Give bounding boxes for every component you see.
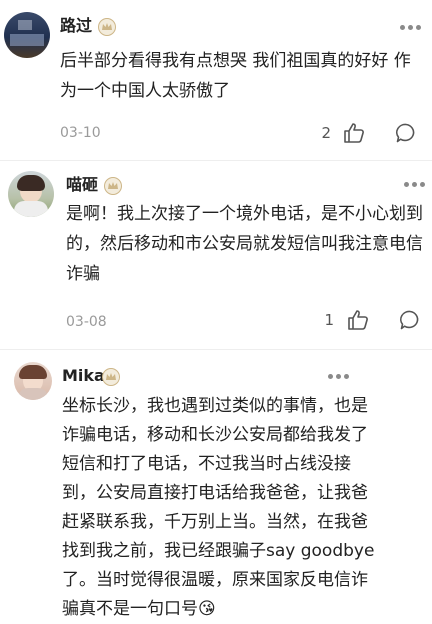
more-dots-icon[interactable] [328, 374, 350, 380]
more-dots-icon[interactable] [400, 25, 422, 31]
comment-item: 路过 后半部分看得我有点想哭 我们祖国真的好好 作 为一个中国人太骄傲了 03-… [0, 0, 432, 160]
crown-badge-icon [104, 177, 122, 195]
avatar[interactable] [8, 171, 54, 217]
comment-text: 坐标长沙，我也遇到过类似的事情，也是 诈骗电话，移动和长沙公安局都给我发了 短信… [62, 396, 375, 619]
avatar[interactable] [4, 12, 50, 58]
comment-item: Mika 坐标长沙，我也遇到过类似的事情，也是 诈骗电话，移动和长沙公安局都给我… [0, 350, 432, 619]
crown-badge-icon [98, 18, 116, 36]
username[interactable]: 路过 [60, 16, 92, 36]
avatar[interactable] [14, 362, 52, 400]
comment-text-block: 坐标长沙，我也遇到过类似的事情，也是 诈骗电话，移动和长沙公安局都给我发了 短信… [62, 392, 422, 624]
thumbs-up-icon[interactable] [342, 121, 366, 145]
comment-bubble-icon[interactable] [398, 308, 422, 332]
comment-date: 03-10 [60, 125, 101, 141]
username[interactable]: 喵砸 [66, 175, 98, 195]
more-dots-icon[interactable] [404, 182, 426, 188]
comment-date: 03-08 [66, 314, 107, 330]
crown-badge-icon [102, 368, 120, 386]
like-count: 2 [321, 124, 331, 142]
kiss-emoji-icon: 😘 [198, 599, 216, 619]
thumbs-up-icon[interactable] [346, 308, 370, 332]
comment-text: 是啊！我上次接了一个境外电话，是不小心划到 的，然后移动和市公安局就发短信叫我注… [66, 204, 423, 284]
comment-bubble-icon[interactable] [394, 121, 418, 145]
comment-text: 后半部分看得我有点想哭 我们祖国真的好好 作 为一个中国人太骄傲了 [60, 51, 411, 101]
like-count: 1 [324, 311, 334, 329]
comment-item: 喵砸 是啊！我上次接了一个境外电话，是不小心划到 的，然后移动和市公安局就发短信… [0, 161, 432, 349]
username[interactable]: Mika [62, 366, 105, 386]
